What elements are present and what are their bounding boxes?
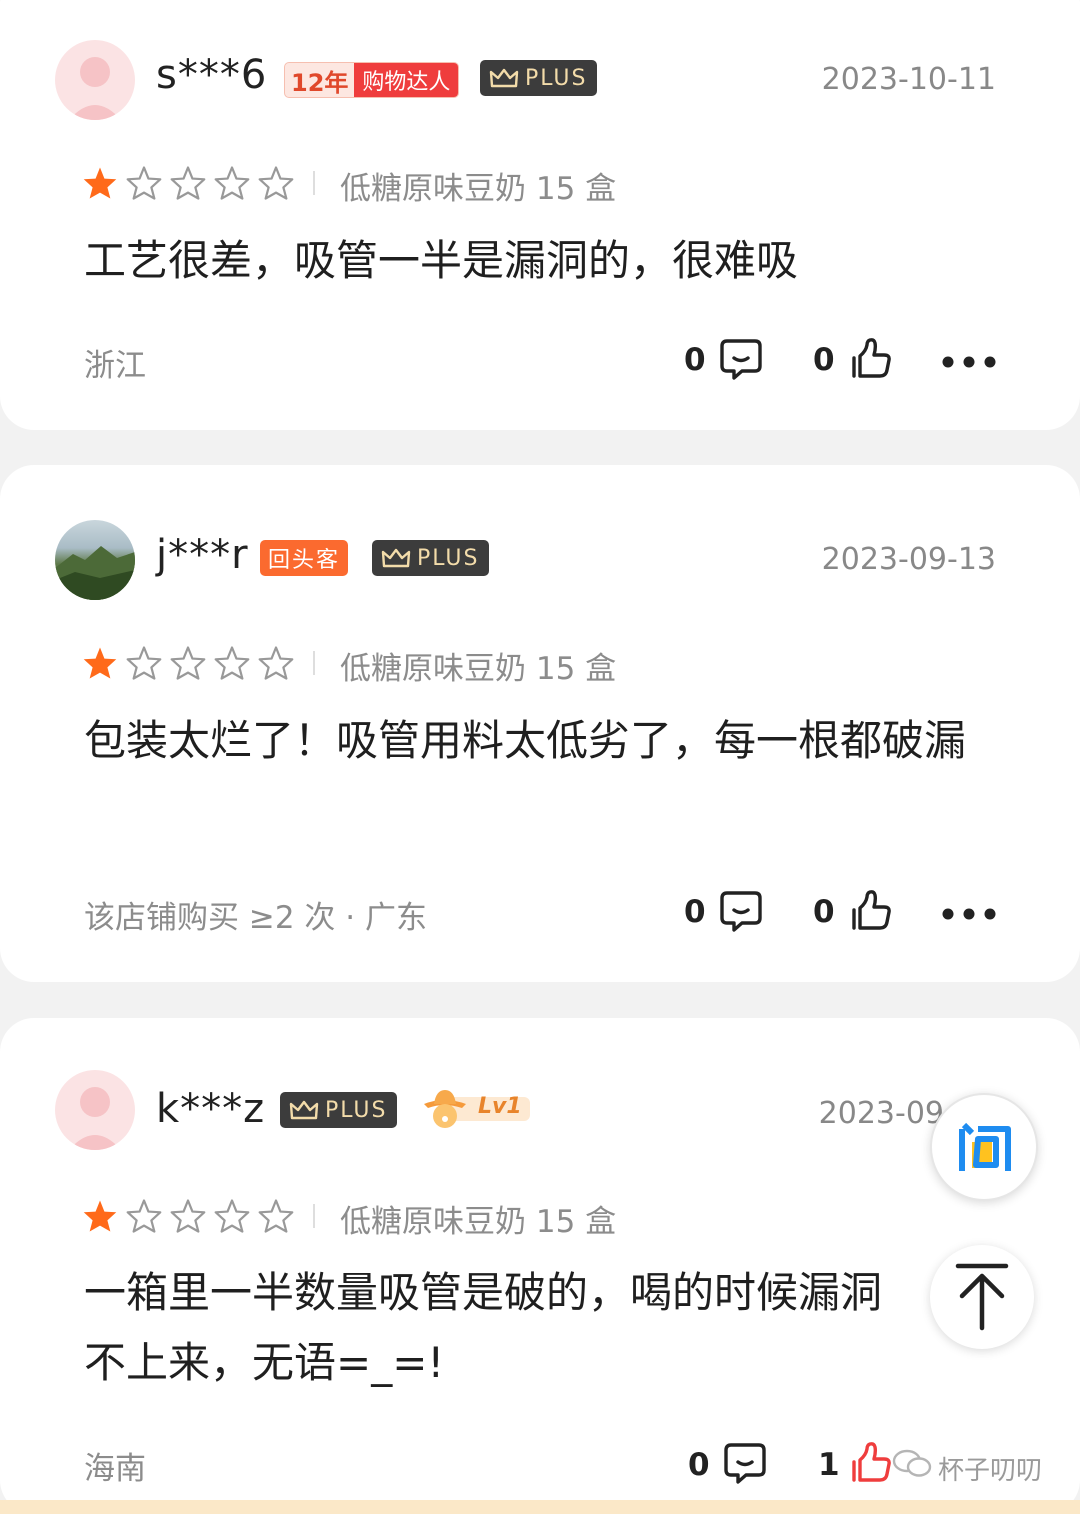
plus-label: PLUS <box>417 545 480 571</box>
star-empty-icon <box>126 166 162 200</box>
like-count: 0 <box>813 894 835 930</box>
level-label: Lv1 <box>478 1094 522 1119</box>
star-empty-icon <box>214 1199 250 1233</box>
star-empty-icon <box>214 646 250 680</box>
comment-count: 0 <box>684 342 706 378</box>
review-meta: 该店铺购买 ≥2 次 · 广东 <box>84 900 427 936</box>
divider <box>313 171 315 195</box>
plus-badge: PLUS <box>280 1092 397 1128</box>
divider <box>313 651 315 675</box>
divider <box>313 1204 315 1228</box>
watermark-text: 杯子叨叨 <box>938 1456 1043 1486</box>
username[interactable]: j***r <box>156 532 249 578</box>
plus-label: PLUS <box>325 1097 388 1123</box>
star-filled-icon <box>83 647 117 679</box>
product-variant: 低糖原味豆奶 15 盒 <box>340 651 617 687</box>
arrow-up-icon <box>955 1263 1009 1331</box>
star-filled-icon <box>83 1200 117 1232</box>
avatar[interactable] <box>55 40 135 120</box>
bottom-bar <box>0 1500 1080 1514</box>
back-to-top-button[interactable] <box>930 1245 1034 1349</box>
shopping-expert-badge: 12年 购物达人 <box>284 62 460 98</box>
thumbs-up-icon[interactable] <box>846 334 894 382</box>
comment-icon[interactable] <box>722 1440 768 1486</box>
star-rating <box>82 166 294 200</box>
star-empty-icon <box>214 166 250 200</box>
wechat-icon <box>892 1449 932 1477</box>
more-icon[interactable] <box>940 906 998 922</box>
comment-icon[interactable] <box>718 888 764 934</box>
review-content[interactable]: 包装太烂了！吸管用料太低劣了，每一根都破漏 <box>84 706 1004 776</box>
comment-count: 0 <box>688 1447 710 1483</box>
repeat-customer-badge: 回头客 <box>260 540 349 576</box>
review-card: s***6 12年 购物达人 PLUS 2023-10-11 低糖原味豆奶 15… <box>0 0 1080 430</box>
thumbs-up-icon-active[interactable] <box>846 1438 894 1486</box>
thumbs-up-icon[interactable] <box>846 886 894 934</box>
review-date: 2023-10-11 <box>821 62 996 97</box>
avatar[interactable] <box>55 1070 135 1150</box>
plus-badge: PLUS <box>372 540 489 576</box>
star-empty-icon <box>258 166 294 200</box>
star-empty-icon <box>258 1199 294 1233</box>
star-empty-icon <box>258 646 294 680</box>
review-card: j***r 回头客 PLUS 2023-09-13 低糖原味豆奶 15 盒 包装… <box>0 465 1080 982</box>
review-location: 海南 <box>84 1451 146 1487</box>
question-icon <box>959 1122 1011 1171</box>
star-empty-icon <box>170 166 206 200</box>
plus-label: PLUS <box>525 65 588 91</box>
like-count: 1 <box>818 1447 840 1483</box>
review-content[interactable]: 一箱里一半数量吸管是破的，喝的时候漏洞 不上来，无语=_=! <box>84 1258 934 1398</box>
username[interactable]: s***6 <box>156 52 267 98</box>
product-variant: 低糖原味豆奶 15 盒 <box>340 1204 617 1240</box>
review-location: 浙江 <box>84 348 146 384</box>
star-empty-icon <box>126 646 162 680</box>
crown-icon <box>489 68 519 88</box>
like-count: 0 <box>813 342 835 378</box>
comment-icon[interactable] <box>718 336 764 382</box>
product-variant: 低糖原味豆奶 15 盒 <box>340 171 617 207</box>
comment-count: 0 <box>684 894 706 930</box>
star-empty-icon <box>170 1199 206 1233</box>
review-content[interactable]: 工艺很差，吸管一半是漏洞的，很难吸 <box>84 226 1004 296</box>
star-rating <box>82 646 294 680</box>
badge-title: 购物达人 <box>354 63 459 97</box>
crown-icon <box>289 1100 319 1120</box>
review-date: 2023-09-13 <box>821 542 996 577</box>
ask-button[interactable] <box>930 1093 1038 1201</box>
review-card: k***z PLUS Lv1 2023-09 低糖原味豆奶 15 盒 一箱里一半… <box>0 1018 1080 1514</box>
username[interactable]: k***z <box>156 1086 265 1132</box>
plus-badge: PLUS <box>480 60 597 96</box>
star-empty-icon <box>170 646 206 680</box>
star-filled-icon <box>83 167 117 199</box>
star-empty-icon <box>126 1199 162 1233</box>
review-date: 2023-09 <box>818 1096 944 1131</box>
star-rating <box>82 1199 294 1233</box>
avatar[interactable] <box>55 520 135 600</box>
years-label: 12年 <box>291 68 349 97</box>
more-icon[interactable] <box>940 354 998 370</box>
level-badge: Lv1 <box>420 1086 530 1132</box>
crown-icon <box>381 548 411 568</box>
